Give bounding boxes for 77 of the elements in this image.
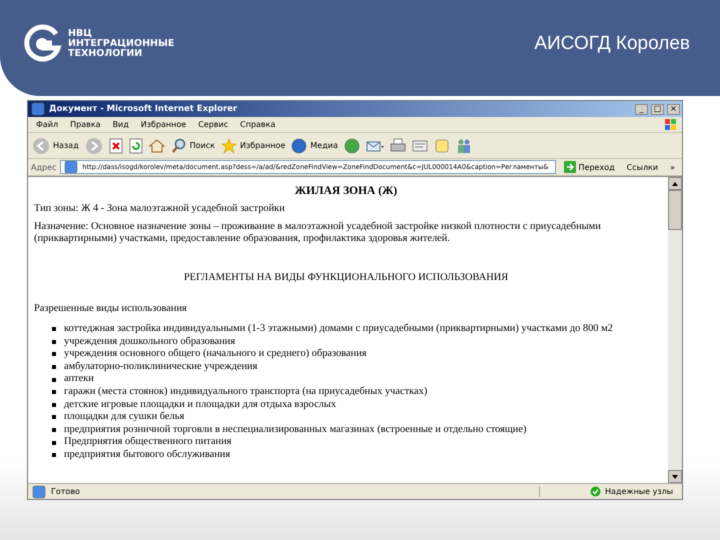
- up-arrow-icon: [672, 182, 678, 186]
- go-arrow-icon: [564, 161, 576, 173]
- messenger-button[interactable]: [456, 138, 472, 154]
- menu-item[interactable]: Избранное: [136, 120, 190, 129]
- logo-icon: [22, 24, 64, 64]
- bullet-icon: [52, 340, 56, 344]
- bullet-icon: [52, 402, 56, 407]
- address-label: Адрес: [31, 162, 56, 172]
- scroll-down-button[interactable]: [668, 470, 682, 483]
- stop-icon: [108, 138, 123, 154]
- print-button[interactable]: [390, 138, 406, 154]
- bullet-icon: [52, 390, 56, 394]
- search-icon: [170, 138, 187, 154]
- menu-item[interactable]: Справка: [236, 120, 280, 129]
- zone-text: Надежные узлы: [605, 487, 674, 496]
- bullet-icon: [52, 365, 56, 370]
- home-button[interactable]: [148, 138, 165, 154]
- menu-item[interactable]: Вид: [108, 120, 133, 129]
- list-item: амбулаторно-поликлинические учреждения: [64, 360, 258, 374]
- list-item: аптеки: [64, 373, 94, 386]
- favorites-button[interactable]: Избранное: [220, 138, 286, 154]
- bullet-icon: [52, 327, 56, 332]
- more-button[interactable]: »: [666, 162, 679, 172]
- subsection-heading: Разрешенные виды использования: [34, 302, 188, 315]
- media-button[interactable]: Медиа: [291, 138, 338, 154]
- bullet-icon: [52, 453, 56, 458]
- note-icon: [434, 138, 450, 154]
- bullet-icon: [52, 440, 56, 445]
- logo-text: ТЕХНОЛОГИИ: [68, 49, 144, 59]
- bullet-icon: [52, 352, 56, 356]
- home-icon: [148, 138, 165, 154]
- list-item: гаражи (места стоянок) индивидуального транспорта (на приусадебных участках): [64, 386, 428, 399]
- logo-text: ИНТЕГРАЦИОННЫЕ: [68, 39, 174, 49]
- logo-text: НВЦ: [68, 29, 94, 39]
- menu-item[interactable]: Сервис: [194, 120, 232, 129]
- document-heading: ЖИЛАЯ ЗОНА (Ж): [294, 185, 398, 197]
- scroll-up-button[interactable]: [668, 177, 682, 190]
- window-control-button[interactable]: ×: [667, 104, 680, 114]
- list-item: учреждения дошкольного образования: [64, 336, 236, 348]
- bullet-icon: [52, 378, 56, 382]
- list-item: учреждения основного общего (начального и среднего) образования: [64, 348, 367, 361]
- list-item: детские игровые площадки и площадки для отдыха взрослых: [64, 398, 336, 412]
- search-button[interactable]: Поиск: [170, 138, 215, 154]
- window-title: Документ - Microsoft Internet Explorer: [49, 104, 238, 114]
- window-control-button[interactable]: □: [651, 104, 664, 114]
- zone-type-text: Тип зоны: Ж 4 - Зона малоэтажной усадебной застройки: [34, 203, 286, 216]
- window-control-button[interactable]: _: [635, 104, 648, 114]
- star-icon: [220, 138, 237, 154]
- back-button[interactable]: Назад: [32, 136, 79, 154]
- status-text: Готово: [51, 487, 81, 496]
- bullet-icon: [52, 415, 56, 420]
- links-button[interactable]: Ссылки: [622, 162, 662, 172]
- note-button[interactable]: [434, 138, 450, 154]
- document-icon: [412, 138, 428, 154]
- list-item: площадки для сушки белья: [64, 411, 184, 424]
- bullet-icon: [52, 428, 56, 432]
- go-button[interactable]: Переход: [560, 161, 619, 173]
- menu-item[interactable]: Правка: [66, 120, 105, 129]
- list-item: Предприятия общественного питания: [64, 436, 232, 449]
- refresh-button[interactable]: [128, 138, 143, 154]
- down-arrow-icon: [672, 474, 678, 478]
- refresh-icon: [128, 138, 143, 154]
- scrollbar[interactable]: [668, 177, 682, 483]
- menu-item[interactable]: Файл: [32, 120, 62, 129]
- scroll-thumb[interactable]: [668, 190, 682, 230]
- section-heading: РЕГЛАМЕНТЫ НА ВИДЫ ФУНКЦИОНАЛЬНОГО ИСПОЛЬЗОВАНИЯ: [182, 272, 510, 282]
- slide-title: АИСОГД Королев: [534, 33, 690, 55]
- people-icon: [456, 138, 472, 154]
- stop-button[interactable]: [108, 138, 123, 154]
- list-item: коттеджная застройка индивидуальными (1-3 этажными) домами с приусадебными (приквартирными) участками до 800 м2: [64, 323, 613, 336]
- windows-flag-icon: [664, 118, 678, 131]
- list-item: предприятия розничной торговли в неспециализированных магазинах (встроенные и отдельно стоящие): [64, 424, 526, 436]
- list-item: предприятия бытового обслуживания: [64, 448, 230, 462]
- check-icon: [590, 486, 601, 497]
- purpose-text: Назначение: Основное назначение зоны – проживание в малоэтажной усадебной застройке низкой плотности с приусадебными (приквартирными) участками, предоставление образования, профилактика здоровья жителей.: [34, 220, 602, 246]
- printer-icon: [390, 138, 406, 154]
- edit-button[interactable]: [412, 138, 428, 154]
